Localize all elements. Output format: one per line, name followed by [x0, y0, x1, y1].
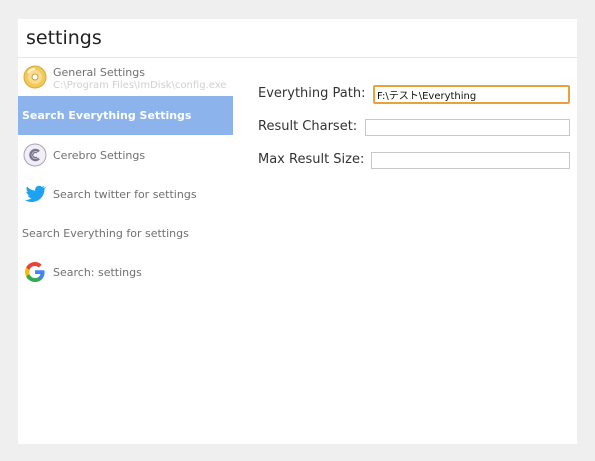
search-input[interactable] — [26, 23, 566, 53]
result-item-google-search[interactable]: Search: settings — [18, 252, 233, 291]
result-charset-label: Result Charset: — [258, 119, 358, 134]
results-list: General Settings C:\Program Files\ImDisk… — [18, 58, 233, 444]
imdisk-cd-icon — [23, 65, 47, 89]
result-charset-input[interactable] — [365, 119, 570, 136]
result-item-search-everything[interactable]: Search Everything for settings — [18, 213, 233, 252]
result-title: General Settings — [53, 66, 145, 79]
cerebro-window: General Settings C:\Program Files\ImDisk… — [18, 19, 577, 444]
max-result-size-label: Max Result Size: — [258, 152, 365, 167]
result-title: Search: settings — [53, 266, 142, 279]
result-subtitle: C:\Program Files\ImDisk\config.exe — [53, 80, 227, 91]
everything-path-input[interactable] — [373, 85, 570, 104]
search-bar — [18, 19, 577, 58]
result-title: Cerebro Settings — [53, 149, 146, 162]
max-result-size-input[interactable] — [371, 152, 570, 169]
result-item-search-everything-settings[interactable]: Search Everything Settings — [18, 96, 233, 135]
result-title: Search Everything Settings — [22, 109, 192, 122]
preview-pane: Everything Path: Result Charset: Max Res… — [233, 58, 577, 444]
result-item-cerebro-settings[interactable]: Cerebro Settings — [18, 135, 233, 174]
result-title: Search Everything for settings — [22, 227, 189, 240]
google-icon — [23, 260, 47, 284]
everything-path-label: Everything Path: — [258, 86, 366, 101]
result-item-general-settings[interactable]: General Settings C:\Program Files\ImDisk… — [18, 58, 233, 95]
twitter-icon — [23, 182, 47, 206]
result-item-search-twitter[interactable]: Search twitter for settings — [18, 174, 233, 213]
cerebro-icon — [23, 143, 47, 167]
result-title: Search twitter for settings — [53, 188, 197, 201]
